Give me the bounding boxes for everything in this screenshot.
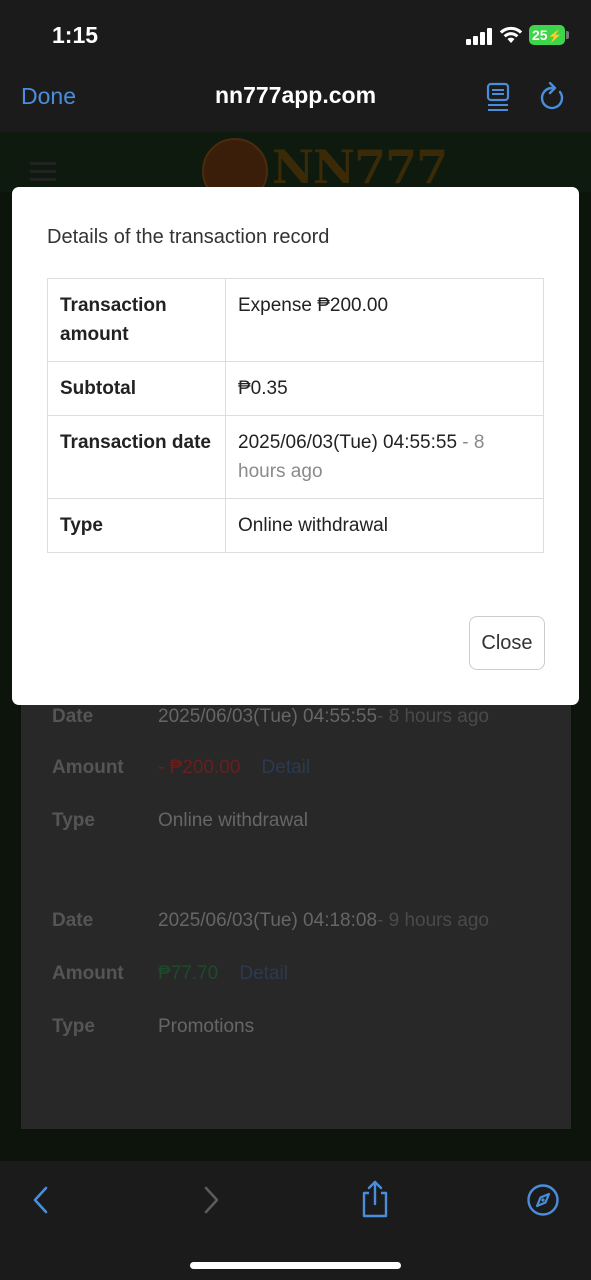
battery-cap bbox=[566, 31, 569, 39]
transaction-date-label: Transaction date bbox=[47, 415, 226, 499]
site-header: NN777 bbox=[0, 132, 591, 204]
home-indicator[interactable] bbox=[190, 1262, 401, 1269]
record-amount: - ₱200.00 Detail bbox=[158, 757, 311, 778]
share-icon[interactable] bbox=[358, 1179, 392, 1219]
record-date-label: Date bbox=[52, 706, 94, 727]
record-date: 2025/06/03(Tue) 04:18:08- 9 hours ago bbox=[158, 910, 489, 931]
detail-table: Transaction amount Expense ₱200.00 Subto… bbox=[47, 278, 544, 553]
reload-icon[interactable] bbox=[538, 82, 566, 112]
signal-icon bbox=[466, 27, 494, 45]
modal-title: Details of the transaction record bbox=[47, 226, 330, 248]
record-amount-label: Amount bbox=[52, 963, 124, 984]
status-time: 1:15 bbox=[52, 22, 99, 48]
record-type-label: Type bbox=[52, 1016, 95, 1037]
records-panel: Date 2025/06/03(Tue) 04:55:55- 8 hours a… bbox=[21, 692, 571, 1129]
table-row: Type Online withdrawal bbox=[47, 498, 544, 553]
record-type: Promotions bbox=[158, 1016, 255, 1037]
detail-link[interactable]: Detail bbox=[239, 963, 288, 984]
table-row: Subtotal ₱0.35 bbox=[47, 361, 544, 416]
transaction-date-value: 2025/06/03(Tue) 04:55:55 - 8 hours ago bbox=[225, 415, 544, 499]
type-label: Type bbox=[47, 498, 226, 553]
back-icon[interactable] bbox=[24, 1183, 58, 1217]
status-bar: 1:15 25⚡ bbox=[0, 0, 591, 64]
type-value: Online withdrawal bbox=[225, 498, 544, 553]
record-date-label: Date bbox=[52, 910, 94, 931]
table-row: Transaction amount Expense ₱200.00 bbox=[47, 278, 544, 362]
record-amount-label: Amount bbox=[52, 757, 124, 778]
battery-level: 25 bbox=[532, 27, 548, 43]
compass-icon[interactable] bbox=[526, 1183, 560, 1217]
transaction-amount-value: Expense ₱200.00 bbox=[225, 278, 544, 362]
record-date: 2025/06/03(Tue) 04:55:55- 8 hours ago bbox=[158, 706, 489, 727]
record-type: Online withdrawal bbox=[158, 810, 308, 831]
record-amount: ₱77.70 Detail bbox=[158, 963, 288, 984]
forward-icon[interactable] bbox=[194, 1183, 228, 1217]
reader-icon[interactable] bbox=[485, 82, 511, 112]
transaction-detail-modal: Details of the transaction record Transa… bbox=[12, 187, 579, 705]
browser-top-bar: Done nn777app.com bbox=[0, 64, 591, 132]
transaction-amount-label: Transaction amount bbox=[47, 278, 226, 362]
detail-link[interactable]: Detail bbox=[262, 757, 311, 778]
site-logo: NN777 bbox=[272, 140, 448, 194]
subtotal-label: Subtotal bbox=[47, 361, 226, 416]
subtotal-value: ₱0.35 bbox=[225, 361, 544, 416]
battery-icon: 25⚡ bbox=[529, 25, 565, 45]
table-row: Transaction date 2025/06/03(Tue) 04:55:5… bbox=[47, 415, 544, 499]
wifi-icon bbox=[499, 26, 523, 43]
record-type-label: Type bbox=[52, 810, 95, 831]
close-button[interactable]: Close bbox=[469, 616, 545, 670]
menu-icon bbox=[30, 162, 56, 182]
